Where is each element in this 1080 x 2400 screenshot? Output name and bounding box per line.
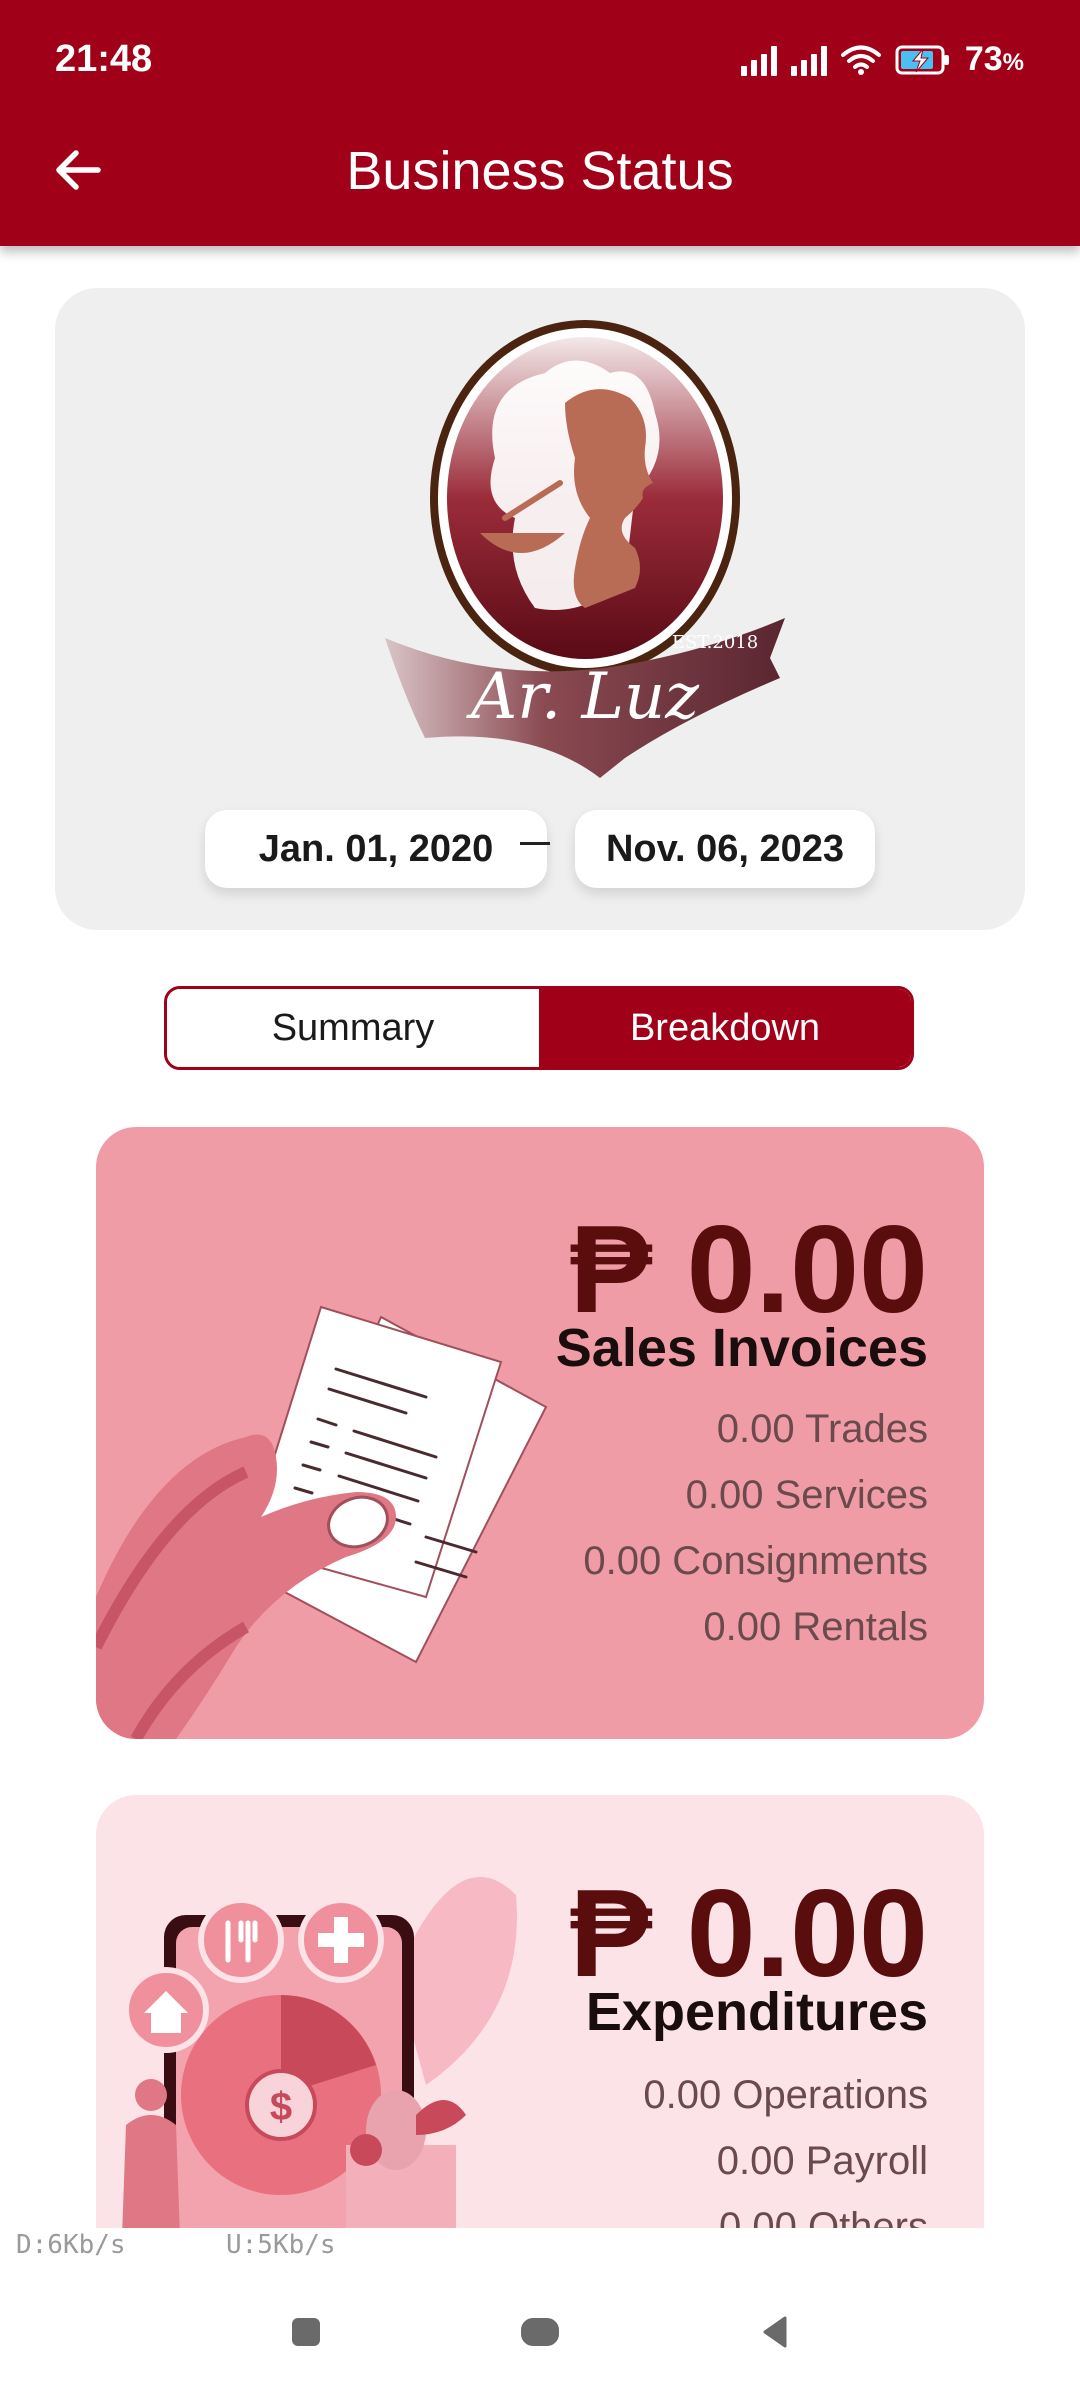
business-status-screen: 21:48 73% Business Status EST.2018 Ar. L… (0, 0, 1080, 2400)
date-range-separator (520, 842, 550, 845)
dollar-icon: $ (270, 2085, 292, 2129)
sales-item-consignments: 0.00 Consignments (583, 1539, 928, 1583)
app-bar: 21:48 73% Business Status (0, 0, 1080, 246)
system-navigation-bar (0, 2228, 1080, 2400)
sales-title: Sales Invoices (555, 1318, 928, 1378)
logo-est: EST.2018 (672, 632, 758, 653)
business-header-card: EST.2018 Ar. Luz Jan. 01, 2020 Nov. 06, … (55, 288, 1025, 930)
status-time: 21:48 (55, 38, 153, 80)
start-date-button[interactable]: Jan. 01, 2020 (205, 810, 547, 888)
view-toggle: Summary Breakdown (164, 986, 914, 1070)
battery-charging-icon (895, 45, 949, 74)
business-logo: EST.2018 Ar. Luz (385, 320, 785, 778)
signal-icon (740, 44, 777, 76)
status-icons: 73% (740, 40, 1024, 79)
back-nav-button[interactable] (759, 2316, 789, 2348)
receipt-hand-illustration (96, 1305, 548, 1739)
logo-name: Ar. Luz (466, 660, 700, 734)
page-title: Business Status (346, 141, 734, 201)
expenditures-title: Expenditures (585, 1982, 928, 2042)
battery-percent: 73% (964, 40, 1024, 78)
end-date-button[interactable]: Nov. 06, 2023 (575, 810, 875, 888)
sales-item-trades: 0.00 Trades (716, 1407, 928, 1451)
sales-invoices-card[interactable]: ₱ 0.00 Sales Invoices 0.00 Trades 0.00 S… (96, 1127, 984, 1739)
expenditures-illustration: $ (121, 1877, 517, 2265)
expenditures-item-operations: 0.00 Operations (643, 2073, 928, 2117)
wifi-icon (840, 45, 881, 75)
expenditures-card[interactable]: $ ₱ 0.00 Expenditures 0.00 Operations 0.… (96, 1795, 984, 2265)
tab-breakdown[interactable]: Breakdown (539, 989, 911, 1067)
tab-summary[interactable]: Summary (167, 989, 539, 1067)
home-button[interactable] (521, 2318, 559, 2346)
recent-apps-button[interactable] (292, 2318, 320, 2346)
signal-icon (790, 44, 827, 76)
upload-speed: U:5Kb/s (226, 2230, 336, 2260)
download-speed: D:6Kb/s (16, 2230, 126, 2260)
sales-item-services: 0.00 Services (685, 1473, 928, 1517)
expenditures-item-payroll: 0.00 Payroll (716, 2139, 928, 2183)
sales-item-rentals: 0.00 Rentals (703, 1605, 928, 1649)
